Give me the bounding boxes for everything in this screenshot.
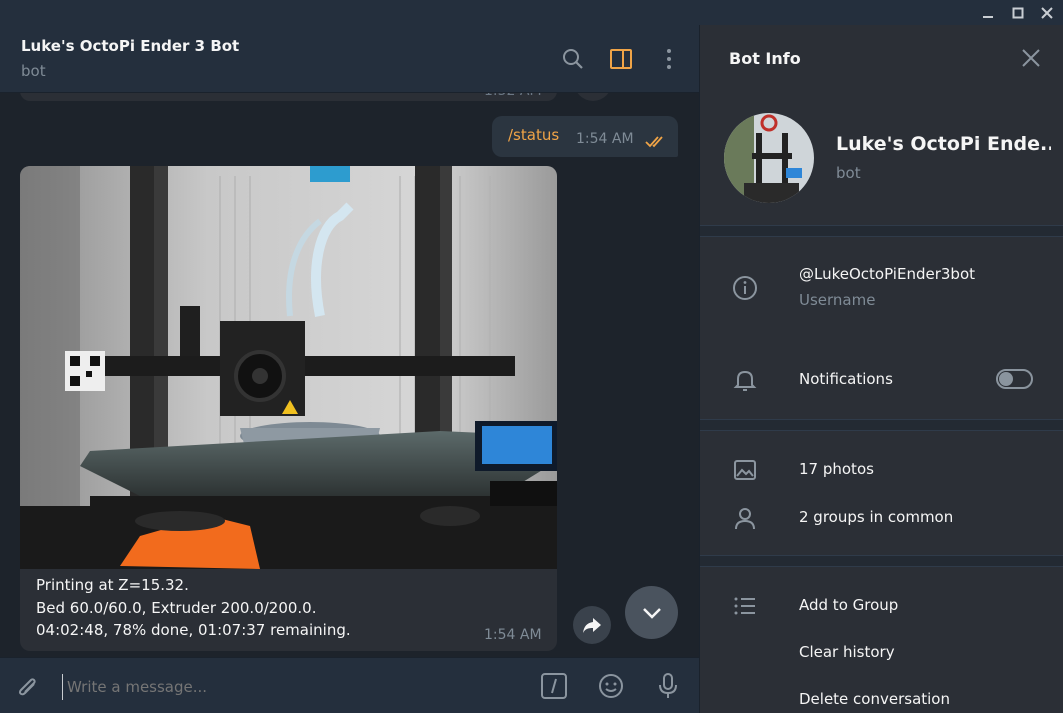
- clear-history-button[interactable]: Clear history: [799, 643, 895, 661]
- message-composer: [0, 657, 699, 713]
- photo-caption[interactable]: Printing at Z=15.32. Bed 60.0/60.0, Extr…: [36, 574, 351, 642]
- section-divider: [700, 225, 1063, 237]
- window-titlebar: [0, 0, 1063, 25]
- photos-count[interactable]: 17 photos: [799, 460, 874, 478]
- message-input[interactable]: [62, 674, 522, 700]
- section-divider: [700, 419, 1063, 431]
- chat-header[interactable]: Luke's OctoPi Ender 3 Bot bot: [0, 25, 699, 93]
- maximize-icon[interactable]: [1006, 0, 1030, 25]
- user-icon: [732, 505, 758, 531]
- chat-area: Luke's OctoPi Ender 3 Bot bot 1:52 AM /s…: [0, 25, 699, 713]
- more-icon[interactable]: [657, 47, 681, 71]
- bot-info-panel: Bot Info Luke's OctoPi Ende... bot @Luke…: [699, 25, 1063, 713]
- username-value[interactable]: @LukeOctoPiEnder3bot: [799, 265, 975, 283]
- double-check-icon: [645, 133, 669, 152]
- minimize-icon[interactable]: [976, 0, 1000, 25]
- add-to-group-button[interactable]: Add to Group: [799, 596, 898, 614]
- attach-icon[interactable]: [14, 672, 42, 700]
- share-icon[interactable]: [573, 606, 611, 644]
- caption-line: Bed 60.0/60.0, Extruder 200.0/200.0.: [36, 598, 317, 617]
- chat-title[interactable]: Luke's OctoPi Ender 3 Bot: [21, 37, 239, 55]
- chat-subtitle: bot: [21, 62, 46, 80]
- panel-title: Bot Info: [729, 49, 801, 68]
- close-icon[interactable]: [1035, 0, 1059, 25]
- delete-conversation-button[interactable]: Delete conversation: [799, 690, 950, 708]
- chevron-down-icon[interactable]: [625, 586, 678, 639]
- outgoing-message[interactable]: /status 1:54 AM: [492, 116, 678, 157]
- username-label: Username: [799, 291, 876, 309]
- commands-icon[interactable]: [540, 672, 568, 700]
- toggle-knob: [999, 372, 1013, 386]
- photo-message[interactable]: Ender Printing at Z=15.32. Bed 60.0/60.0…: [20, 166, 557, 651]
- section-divider: [700, 555, 1063, 567]
- notifications-label[interactable]: Notifications: [799, 370, 893, 388]
- caption-line: 04:02:48, 78% done, 01:07:37 remaining.: [36, 621, 351, 639]
- search-icon[interactable]: [561, 47, 585, 71]
- photo-message-time: 1:54 AM: [484, 627, 542, 643]
- close-icon[interactable]: [1019, 46, 1043, 70]
- list-icon: [732, 593, 758, 619]
- notifications-toggle[interactable]: [996, 369, 1033, 389]
- printer-photo[interactable]: Ender: [20, 166, 557, 569]
- sidebar-icon[interactable]: [609, 47, 633, 71]
- avatar[interactable]: [724, 113, 814, 203]
- microphone-icon[interactable]: [654, 672, 682, 700]
- photo-icon: [732, 457, 758, 483]
- outgoing-message-time: 1:54 AM: [576, 131, 634, 147]
- caption-line: Printing at Z=15.32.: [36, 576, 189, 594]
- info-icon: [732, 275, 758, 301]
- outgoing-message-text[interactable]: /status: [508, 126, 559, 144]
- bot-name: Luke's OctoPi Ende...: [836, 133, 1051, 155]
- groups-in-common[interactable]: 2 groups in common: [799, 508, 953, 526]
- bot-subtitle: bot: [836, 164, 861, 182]
- bell-icon: [732, 367, 758, 393]
- emoji-icon[interactable]: [597, 672, 625, 700]
